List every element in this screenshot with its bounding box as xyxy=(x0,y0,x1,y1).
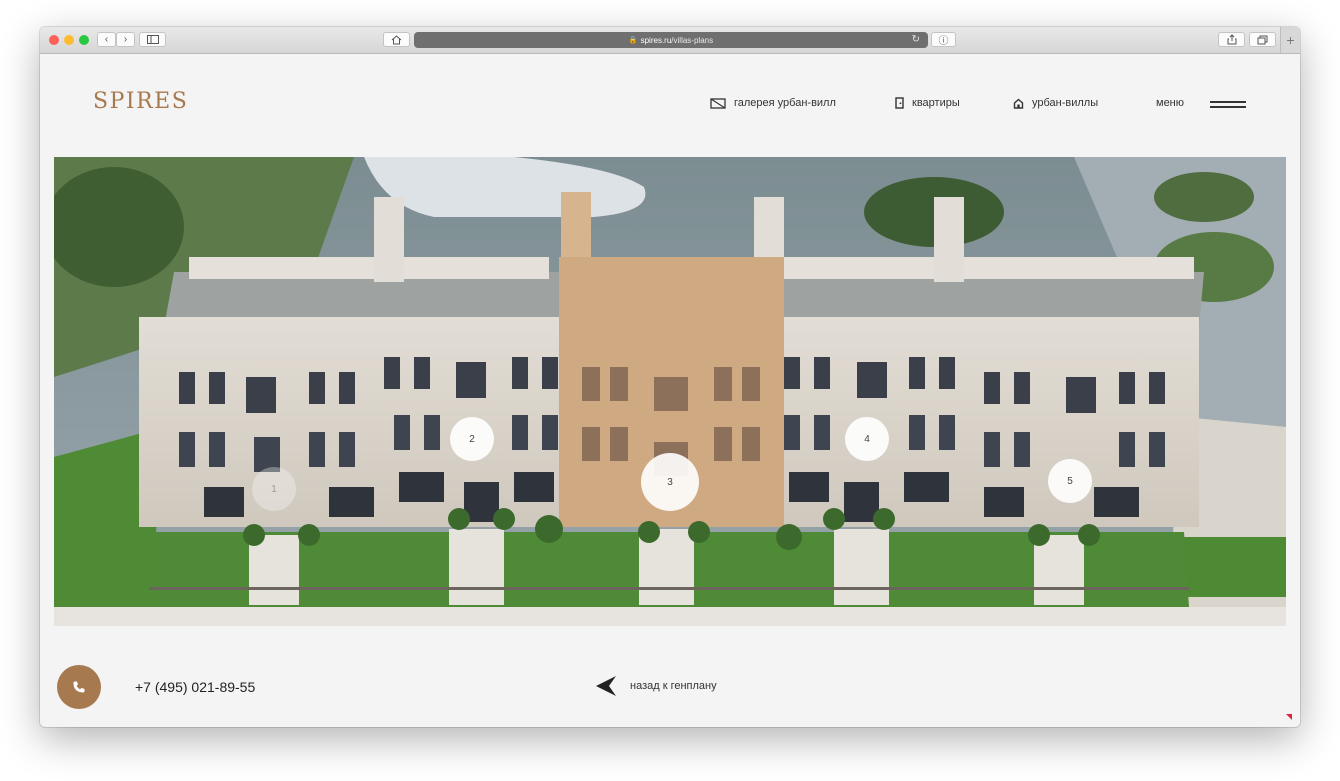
address-bar[interactable]: 🔒 spires.ru/villas-plans ↻ xyxy=(414,32,928,48)
url-path: /villas-plans xyxy=(671,35,714,45)
nav-apartments-label: квартиры xyxy=(912,97,960,109)
sidebar-toggle-button[interactable] xyxy=(139,32,166,47)
forward-nav-button[interactable]: › xyxy=(116,32,135,47)
house-icon xyxy=(1013,98,1024,109)
browser-toolbar: ‹ › 🔒 spires.ru/villas-plans ↻ ⓘ + xyxy=(40,27,1300,54)
tabs-overview-button[interactable] xyxy=(1249,32,1276,47)
url-host: spires.ru xyxy=(640,35,672,45)
home-button[interactable] xyxy=(383,32,410,47)
door-icon xyxy=(895,97,904,109)
nav-apartments[interactable]: квартиры xyxy=(895,97,960,109)
close-window-button[interactable] xyxy=(49,35,59,45)
nav-gallery-label: галерея урбан-вилл xyxy=(734,97,836,109)
lock-icon: 🔒 xyxy=(628,37,638,44)
chevron-right-icon: › xyxy=(123,34,128,45)
site-logo[interactable]: SPIRES xyxy=(93,89,188,114)
info-icon: ⓘ xyxy=(938,36,949,47)
share-button[interactable] xyxy=(1218,32,1245,47)
reader-info-button[interactable]: ⓘ xyxy=(931,32,956,47)
back-to-masterplan-label: назад к генплану xyxy=(630,680,717,692)
zoom-window-button[interactable] xyxy=(79,35,89,45)
tabs-icon xyxy=(1257,35,1268,44)
villa-marker-5[interactable]: 5 xyxy=(1048,459,1092,503)
minimize-window-button[interactable] xyxy=(64,35,74,45)
nav-villas[interactable]: урбан-виллы xyxy=(1013,97,1098,109)
gallery-icon xyxy=(710,97,726,109)
browser-window: ‹ › 🔒 spires.ru/villas-plans ↻ ⓘ + SPIRE… xyxy=(40,27,1300,727)
sidebar-icon xyxy=(146,35,159,44)
villa-marker-4[interactable]: 4 xyxy=(845,417,889,461)
back-to-masterplan-link[interactable]: назад к генплану xyxy=(595,675,717,697)
villa-marker-3[interactable]: 3 xyxy=(641,453,699,511)
chevron-left-icon: ‹ xyxy=(104,34,109,45)
reload-icon[interactable]: ↻ xyxy=(912,34,920,45)
new-tab-button[interactable]: + xyxy=(1280,27,1300,53)
arrow-left-icon xyxy=(596,676,616,696)
phone-icon xyxy=(73,681,85,693)
phone-number[interactable]: +7 (495) 021-89-55 xyxy=(135,679,255,695)
nav-gallery[interactable]: галерея урбан-вилл xyxy=(710,97,836,109)
back-nav-button[interactable]: ‹ xyxy=(97,32,116,47)
villas-render: 1 2 3 4 5 xyxy=(54,157,1286,626)
menu-burger-icon[interactable] xyxy=(1210,100,1246,110)
home-icon xyxy=(391,34,402,44)
villa-marker-2[interactable]: 2 xyxy=(450,417,494,461)
call-button[interactable] xyxy=(57,665,101,709)
menu-label[interactable]: меню xyxy=(1156,97,1184,109)
villa-marker-1[interactable]: 1 xyxy=(252,467,296,511)
share-icon xyxy=(1227,34,1236,45)
nav-villas-label: урбан-виллы xyxy=(1032,97,1099,109)
villas-illustration xyxy=(54,157,1286,626)
corner-indicator xyxy=(1286,714,1292,720)
